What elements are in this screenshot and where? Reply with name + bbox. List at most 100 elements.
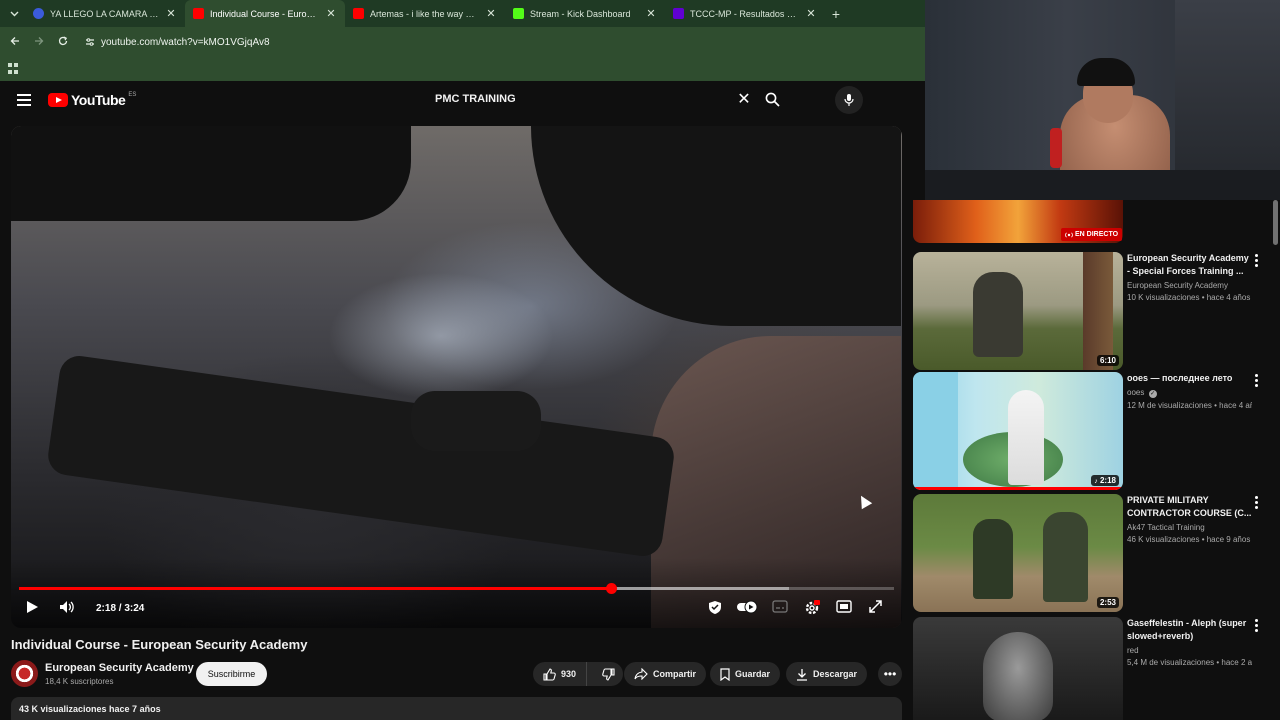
thumbs-up-icon <box>543 667 556 681</box>
recommendation-title[interactable]: ooes — последнее лето <box>1127 372 1252 385</box>
autoplay-toggle[interactable] <box>736 600 758 619</box>
back-arrow-icon[interactable] <box>3 35 27 49</box>
tab-search-button[interactable] <box>3 3 25 25</box>
share-button[interactable]: Compartir <box>624 662 707 686</box>
live-badge-label: EN DIRECTO <box>1075 231 1119 238</box>
recommendation-item[interactable]: Gaseffelestin - Aleph (super slowed+reve… <box>912 617 1280 720</box>
thumb-soldier-2 <box>1043 512 1088 602</box>
more-options-icon[interactable] <box>1255 374 1261 389</box>
video-player[interactable]: 2:18 / 3:24 <box>11 126 902 628</box>
dislike-button[interactable] <box>592 667 625 681</box>
duration-badge: ♪ 2:18 <box>1091 475 1119 486</box>
browser-tab-strip: YA LLEGO LA CAMARA NUEVA!!! ✕ Individual… <box>0 0 925 27</box>
recommendation-channel[interactable]: Ak47 Tactical Training <box>1127 523 1252 532</box>
sidebar-scrollbar[interactable] <box>1273 200 1278 245</box>
voice-search-button[interactable] <box>835 86 863 114</box>
recommendation-channel[interactable]: red <box>1127 646 1252 655</box>
new-tab-button[interactable]: + <box>825 6 847 22</box>
recommendation-channel[interactable]: European Security Academy <box>1127 281 1252 290</box>
more-options-icon[interactable] <box>1255 496 1261 511</box>
microphone-icon <box>844 94 854 106</box>
recommendation-title[interactable]: European Security Academy - Special Forc… <box>1127 252 1252 278</box>
browser-toolbar: youtube.com/watch?v=kMO1VGjqAv8 <box>0 27 925 57</box>
description-box[interactable]: 43 K visualizaciones hace 7 años <box>11 697 902 720</box>
like-button[interactable]: 930 <box>533 662 588 686</box>
video-thumbnail[interactable]: ♪ 2:18 <box>913 372 1123 490</box>
more-options-icon[interactable] <box>1255 254 1261 269</box>
tab-title: Artemas - i like the way you kiss me <box>370 8 479 19</box>
country-code: ES <box>128 92 137 98</box>
video-thumbnail[interactable]: 2:53 <box>913 494 1123 612</box>
close-tab-icon[interactable]: ✕ <box>165 7 177 20</box>
forward-arrow-icon[interactable] <box>27 35 51 49</box>
recommendation-info: European Security Academy - Special Forc… <box>1127 252 1252 302</box>
subtitles-icon[interactable] <box>772 600 788 618</box>
music-note-icon: ♪ <box>1094 478 1098 485</box>
settings-gear-icon[interactable] <box>804 600 820 621</box>
webcam-overlay <box>925 0 1280 200</box>
channel-name[interactable]: European Security Academy <box>45 662 194 674</box>
thumb-face <box>983 632 1053 720</box>
recommendation-channel[interactable]: ooes ✓ <box>1127 388 1252 398</box>
recommendation-item[interactable]: 2:53 PRIVATE MILITARY CONTRACTOR COURSE … <box>912 494 1280 612</box>
close-tab-icon[interactable]: ✕ <box>325 7 337 20</box>
recommendation-info: Gaseffelestin - Aleph (super slowed+reve… <box>1127 617 1252 667</box>
more-options-icon[interactable] <box>1255 619 1261 634</box>
shield-icon[interactable] <box>708 600 722 620</box>
apps-grid-icon[interactable] <box>8 63 19 74</box>
subscriber-count: 18,4 K suscriptores <box>45 677 114 686</box>
youtube-play-logo-icon <box>48 93 68 107</box>
recommendation-meta: 46 K visualizaciones • hace 9 años <box>1127 535 1251 544</box>
live-stream-thumbnail[interactable]: EN DIRECTO <box>913 200 1123 243</box>
browser-tab[interactable]: TCCC-MP - Resultados de Yahoo ✕ <box>665 0 825 27</box>
recommendation-item[interactable]: ♪ 2:18 ooes — последнее лето ooes ✓ 12 M… <box>912 372 1280 490</box>
subscribe-button[interactable]: Suscribirme <box>196 662 267 686</box>
tab-favicon-icon <box>33 8 44 19</box>
live-broadcast-icon <box>1065 232 1073 237</box>
browser-tab[interactable]: YA LLEGO LA CAMARA NUEVA!!! ✕ <box>25 0 185 27</box>
video-thumbnail[interactable]: 6:10 <box>913 252 1123 370</box>
scrubber-handle[interactable] <box>605 583 617 594</box>
recommendation-title[interactable]: Gaseffelestin - Aleph (super slowed+reve… <box>1127 617 1252 643</box>
search-button[interactable] <box>757 92 787 107</box>
recommendation-info: ooes — последнее лето ooes ✓ 12 M de vis… <box>1127 372 1252 410</box>
views-and-date: 43 K visualizaciones hace 7 años <box>19 704 161 714</box>
theater-mode-icon[interactable] <box>836 600 852 618</box>
channel-avatar[interactable] <box>11 660 38 687</box>
video-frame-visor <box>11 126 411 221</box>
more-actions-icon[interactable]: ••• <box>878 662 902 686</box>
reload-icon[interactable] <box>51 35 75 49</box>
close-tab-icon[interactable]: ✕ <box>485 7 497 20</box>
youtube-logo[interactable]: YouTube ES <box>48 92 136 108</box>
recommendation-title[interactable]: PRIVATE MILITARY CONTRACTOR COURSE (C... <box>1127 494 1252 520</box>
browser-tab[interactable]: Artemas - i like the way you kiss me ✕ <box>345 0 505 27</box>
video-frame-rifle <box>45 353 677 559</box>
tab-title: Stream - Kick Dashboard <box>530 8 631 19</box>
player-controls: 2:18 / 3:24 <box>11 596 902 620</box>
site-info-icon[interactable] <box>85 37 95 47</box>
tab-title: TCCC-MP - Resultados de Yahoo <box>690 8 799 19</box>
youtube-header: YouTube ES PMC TRAINING ✕ <box>0 81 925 119</box>
search-input[interactable]: PMC TRAINING <box>425 93 731 105</box>
volume-icon[interactable] <box>59 600 75 619</box>
share-label: Compartir <box>653 669 697 679</box>
tab-title: Individual Course - European Security Ac… <box>210 8 319 19</box>
close-tab-icon[interactable]: ✕ <box>805 7 817 20</box>
play-icon[interactable] <box>25 600 39 619</box>
menu-icon[interactable] <box>17 94 31 109</box>
browser-tab[interactable]: Stream - Kick Dashboard ✕ <box>505 0 665 27</box>
clear-search-icon[interactable]: ✕ <box>731 89 757 109</box>
fullscreen-icon[interactable] <box>869 600 882 618</box>
recommendation-meta: 12 M de visualizaciones • hace 4 años <box>1127 401 1252 410</box>
progress-bar[interactable] <box>19 583 894 594</box>
address-bar[interactable]: youtube.com/watch?v=kMO1VGjqAv8 <box>81 31 901 53</box>
like-count: 930 <box>561 669 577 679</box>
webcam-person-cap <box>1077 58 1135 86</box>
browser-tab-active[interactable]: Individual Course - European Security Ac… <box>185 0 345 27</box>
recommendation-item[interactable]: 6:10 European Security Academy - Special… <box>912 252 1280 370</box>
download-button[interactable]: Descargar <box>786 662 868 686</box>
close-tab-icon[interactable]: ✕ <box>645 7 657 20</box>
recommendation-info: PRIVATE MILITARY CONTRACTOR COURSE (C...… <box>1127 494 1252 544</box>
video-thumbnail[interactable] <box>913 617 1123 720</box>
save-button[interactable]: Guardar <box>710 662 781 686</box>
